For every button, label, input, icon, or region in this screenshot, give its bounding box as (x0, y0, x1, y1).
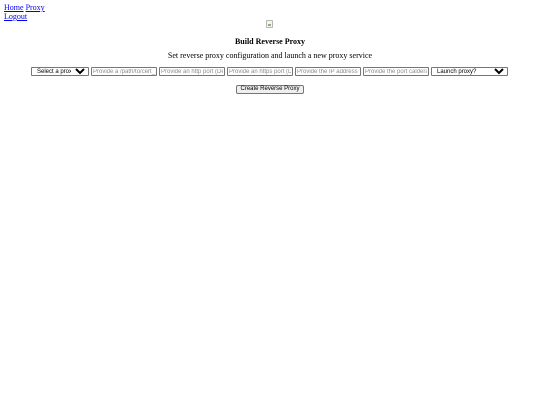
proxy-type-select[interactable]: Select a proxy type (31, 67, 89, 76)
top-nav: Home Proxy Logout (4, 3, 45, 21)
page-subtitle: Set reverse proxy configuration and laun… (167, 51, 373, 60)
cert-path-input[interactable] (91, 67, 157, 76)
http-port-input[interactable] (159, 67, 225, 76)
proxy-form: Select a proxy type Launch proxy? (31, 67, 508, 76)
ip-address-input[interactable] (295, 67, 361, 76)
launch-proxy-select[interactable]: Launch proxy? (431, 67, 508, 76)
create-reverse-proxy-button[interactable]: Create Reverse Proxy (236, 84, 304, 94)
nav-link-proxy[interactable]: Proxy (26, 3, 45, 12)
nav-link-home[interactable]: Home (4, 3, 24, 12)
page-title: Build Reverse Proxy (234, 37, 306, 46)
https-port-input[interactable] (227, 67, 293, 76)
broken-image-icon (266, 20, 273, 28)
caldera-port-input[interactable] (363, 67, 429, 76)
submit-row: Create Reverse Proxy (0, 77, 540, 95)
nav-link-logout[interactable]: Logout (4, 12, 27, 21)
